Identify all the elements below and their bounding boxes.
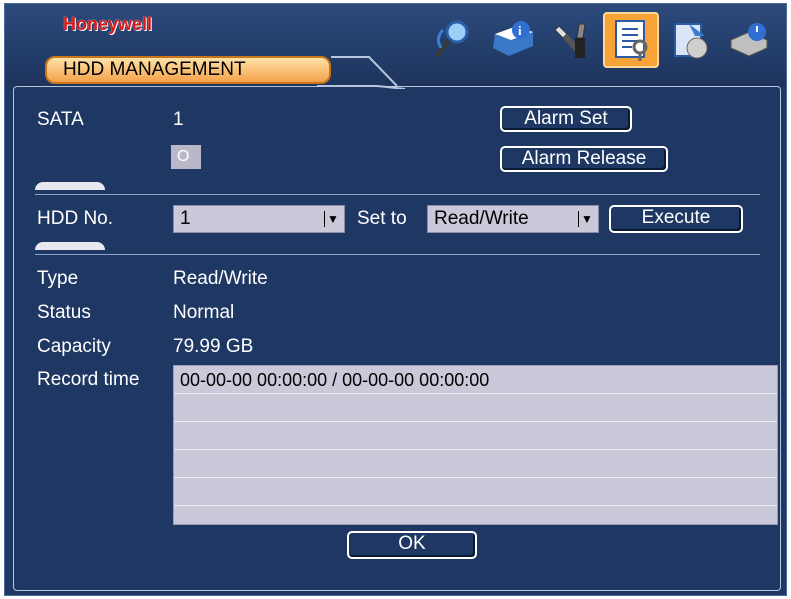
list-item[interactable]	[174, 394, 777, 422]
capacity-label: Capacity	[37, 336, 111, 357]
list-item[interactable]	[174, 506, 777, 524]
capacity-value: 79.99 GB	[173, 336, 254, 357]
alarm-release-button[interactable]: Alarm Release	[500, 146, 668, 172]
divider-upper	[35, 194, 760, 195]
svg-text:i: i	[518, 23, 522, 38]
search-icon[interactable]	[425, 12, 481, 68]
brand-logo: Honeywell	[63, 14, 153, 34]
alarm-set-button[interactable]: Alarm Set	[500, 106, 632, 132]
info-icon[interactable]: i	[485, 12, 541, 68]
list-item[interactable]	[174, 478, 777, 506]
status-label: Status	[37, 302, 91, 323]
tools-icon[interactable]	[543, 12, 599, 68]
type-value: Read/Write	[173, 268, 268, 289]
tab-edge	[317, 56, 406, 89]
disk-status-indicator[interactable]: O	[171, 145, 201, 169]
management-icon[interactable]	[603, 12, 659, 68]
set-to-select[interactable]: Read/Write ▼	[427, 205, 599, 233]
hdd-number-value: 1	[180, 208, 191, 229]
sata-number: 1	[173, 109, 184, 130]
set-to-label: Set to	[357, 208, 407, 229]
shutdown-icon[interactable]	[721, 12, 777, 68]
backup-icon[interactable]	[663, 12, 719, 68]
record-time-label: Record time	[37, 369, 140, 390]
list-item[interactable]	[174, 422, 777, 450]
status-value: Normal	[173, 302, 235, 323]
toolbar: i	[425, 12, 785, 76]
set-to-value: Read/Write	[434, 208, 529, 229]
sata-label: SATA	[37, 109, 84, 130]
type-label: Type	[37, 268, 79, 289]
chevron-down-icon: ▼	[324, 209, 342, 229]
hdd-management-window: Honeywell HDD MANAGEMENT i SATA 1 O Alar…	[4, 3, 787, 596]
record-time-list[interactable]: 00-00-00 00:00:00 / 00-00-00 00:00:00	[173, 365, 778, 525]
hdd-number-label: HDD No.	[37, 208, 114, 229]
title-bar: Honeywell HDD MANAGEMENT i	[5, 4, 786, 89]
section-tab-lower	[35, 242, 105, 250]
tab-hdd-management[interactable]: HDD MANAGEMENT	[45, 56, 331, 84]
divider-lower	[35, 254, 760, 255]
list-item[interactable]	[174, 450, 777, 478]
hdd-number-select[interactable]: 1 ▼	[173, 205, 345, 233]
execute-button[interactable]: Execute	[609, 205, 743, 233]
chevron-down-icon: ▼	[578, 209, 596, 229]
section-tab-upper	[35, 182, 105, 190]
list-item[interactable]: 00-00-00 00:00:00 / 00-00-00 00:00:00	[174, 366, 777, 394]
ok-button[interactable]: OK	[347, 531, 477, 559]
